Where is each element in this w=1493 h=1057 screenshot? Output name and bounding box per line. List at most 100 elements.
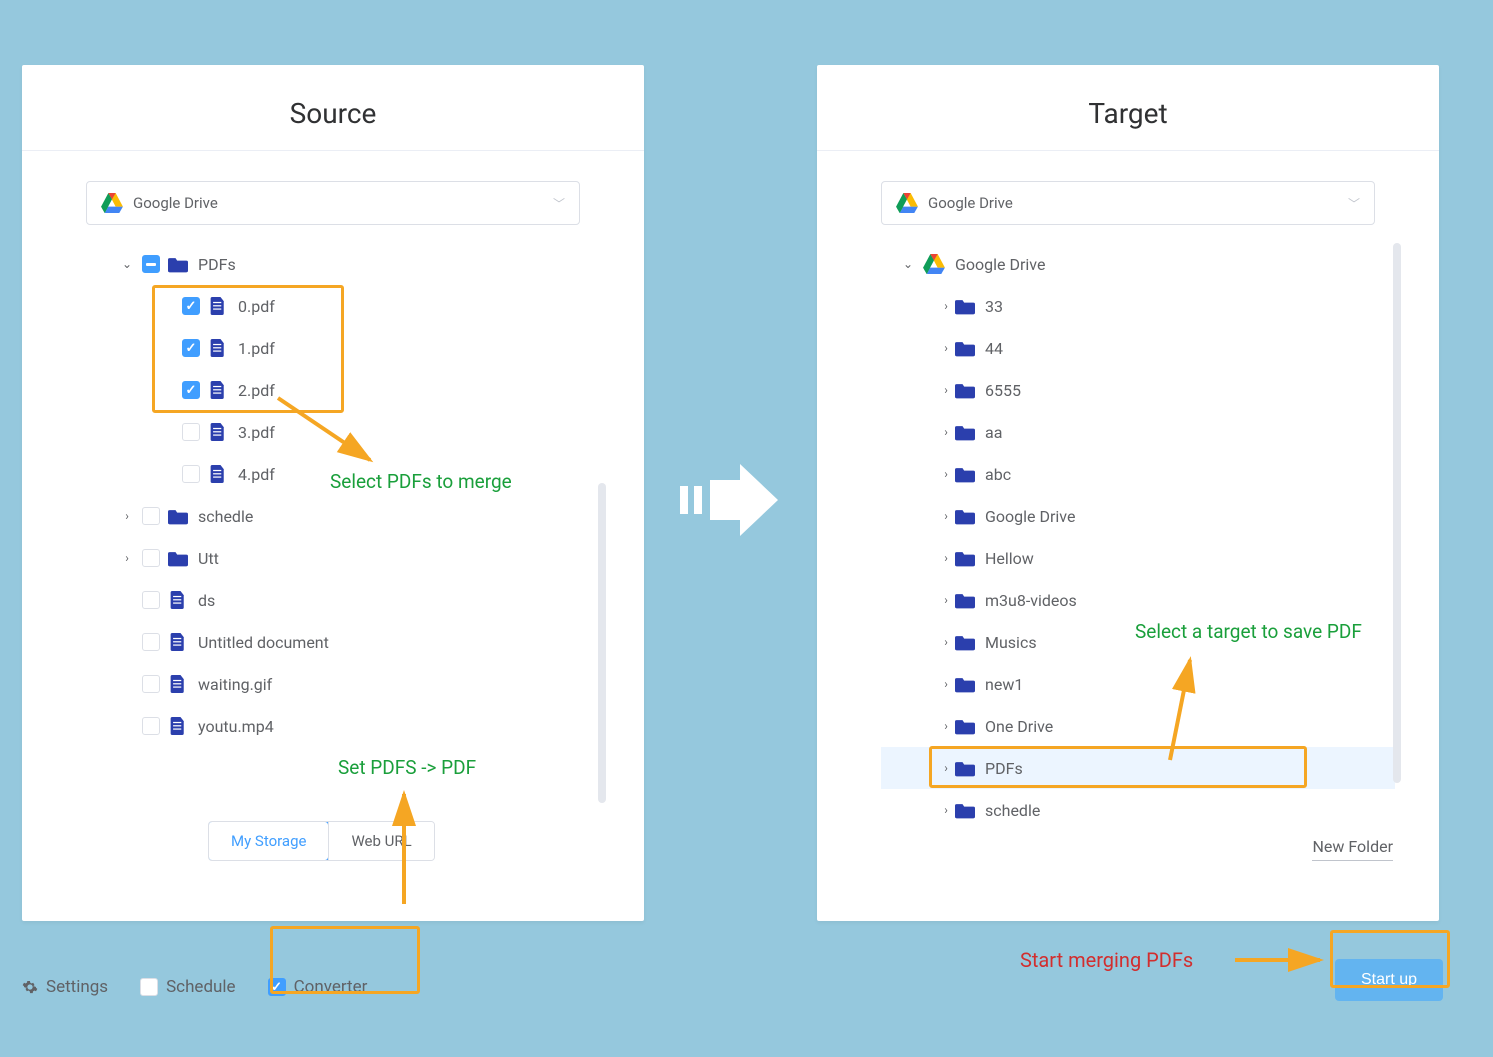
target-tree: ⌄ Google Drive ›33›44›6555›aa›abc›Google… xyxy=(881,243,1395,863)
checkbox-indeterminate[interactable] xyxy=(142,255,160,273)
source-drive-dropdown[interactable]: Google Drive ﹀ xyxy=(86,181,580,225)
source-tree: ⌄ PDFs › 0.pdf › 1.pdf › 2.pdf › xyxy=(86,243,600,823)
tree-file-1pdf[interactable]: › 1.pdf xyxy=(86,327,600,369)
tree-folder[interactable]: › schedle xyxy=(881,789,1395,831)
tree-label: 2.pdf xyxy=(238,381,275,400)
tree-folder[interactable]: ›m3u8-videos xyxy=(881,579,1395,621)
tree-file-0pdf[interactable]: › 0.pdf xyxy=(86,285,600,327)
schedule-toggle[interactable]: Schedule xyxy=(140,977,235,997)
tree-file-untitled[interactable]: › Untitled document xyxy=(86,621,600,663)
tree-folder-utt[interactable]: › Utt xyxy=(86,537,600,579)
tree-folder[interactable]: ›abc xyxy=(881,453,1395,495)
caret-right-icon[interactable]: › xyxy=(937,719,955,733)
target-panel: Target Google Drive ﹀ ⌄ Google Drive ›33… xyxy=(817,65,1439,921)
tree-folder-schedle[interactable]: › schedle xyxy=(86,495,600,537)
caret-down-icon[interactable]: ⌄ xyxy=(899,257,917,271)
new-folder-button[interactable]: New Folder xyxy=(1312,837,1393,861)
folder-icon xyxy=(955,633,975,651)
tree-folder[interactable]: ›new1 xyxy=(881,663,1395,705)
tree-folder[interactable]: › Google Drive xyxy=(881,495,1395,537)
caret-right-icon[interactable]: › xyxy=(937,593,955,607)
checkbox[interactable] xyxy=(182,339,200,357)
folder-icon xyxy=(955,507,975,525)
folder-icon xyxy=(955,423,975,441)
scrollbar[interactable] xyxy=(598,483,606,803)
tree-file-waiting[interactable]: › waiting.gif xyxy=(86,663,600,705)
checkbox[interactable] xyxy=(142,549,160,567)
caret-right-icon[interactable]: › xyxy=(118,551,136,565)
folder-icon xyxy=(168,507,188,525)
settings-button[interactable]: Settings xyxy=(22,977,108,997)
converter-label: Converter xyxy=(294,977,368,997)
tree-folder[interactable]: ›6555 xyxy=(881,369,1395,411)
checkbox[interactable] xyxy=(182,297,200,315)
tree-file-3pdf[interactable]: › 3.pdf xyxy=(86,411,600,453)
source-panel: Source Google Drive ﹀ ⌄ PDFs › 0.pdf › 1… xyxy=(22,65,644,921)
tree-folder[interactable]: › 44 xyxy=(881,327,1395,369)
tree-label: Google Drive xyxy=(985,507,1075,526)
folder-icon xyxy=(955,339,975,357)
target-drive-dropdown[interactable]: Google Drive ﹀ xyxy=(881,181,1375,225)
checkbox[interactable] xyxy=(142,591,160,609)
caret-right-icon[interactable]: › xyxy=(937,803,955,817)
tree-file-2pdf[interactable]: › 2.pdf xyxy=(86,369,600,411)
checkbox[interactable] xyxy=(182,465,200,483)
tree-label: ds xyxy=(198,591,215,610)
checkbox[interactable] xyxy=(142,633,160,651)
google-drive-icon xyxy=(923,254,945,274)
folder-icon xyxy=(955,801,975,819)
caret-right-icon[interactable]: › xyxy=(118,509,136,523)
tree-label: Untitled document xyxy=(198,633,329,652)
caret-right-icon[interactable]: › xyxy=(937,551,955,565)
caret-right-icon[interactable]: › xyxy=(937,341,955,355)
tree-folder[interactable]: ›33 xyxy=(881,285,1395,327)
checkbox[interactable] xyxy=(182,423,200,441)
checkbox[interactable] xyxy=(142,717,160,735)
tree-folder[interactable]: ›PDFs xyxy=(881,747,1395,789)
folder-icon xyxy=(955,549,975,567)
tree-file-4pdf[interactable]: › 4.pdf xyxy=(86,453,600,495)
footer-bar: Settings Schedule Converter xyxy=(22,977,367,997)
tab-my-storage[interactable]: My Storage xyxy=(208,821,329,861)
annotation-start-merge: Start merging PDFs xyxy=(1020,948,1193,972)
caret-right-icon[interactable]: › xyxy=(937,383,955,397)
tree-file-youtu[interactable]: › youtu.mp4 xyxy=(86,705,600,747)
gear-icon xyxy=(22,979,38,995)
caret-right-icon[interactable]: › xyxy=(937,635,955,649)
scrollbar[interactable] xyxy=(1393,243,1401,783)
start-up-button[interactable]: Start up xyxy=(1335,959,1443,1001)
tree-label: 1.pdf xyxy=(238,339,275,358)
tree-folder[interactable]: ›aa xyxy=(881,411,1395,453)
tab-web-url[interactable]: Web URL xyxy=(328,822,433,860)
tree-folder[interactable]: › Musics xyxy=(881,621,1395,663)
caret-right-icon[interactable]: › xyxy=(937,425,955,439)
tree-label: 4.pdf xyxy=(238,465,275,484)
checkbox[interactable] xyxy=(140,978,158,996)
tree-label: One Drive xyxy=(985,717,1053,736)
caret-right-icon[interactable]: › xyxy=(937,677,955,691)
converter-toggle[interactable]: Converter xyxy=(268,977,368,997)
transfer-arrow-icon xyxy=(680,460,780,540)
file-icon xyxy=(208,465,228,483)
tree-folder[interactable]: ›Hellow xyxy=(881,537,1395,579)
checkbox[interactable] xyxy=(142,507,160,525)
file-icon xyxy=(208,381,228,399)
tree-label: schedle xyxy=(985,801,1040,820)
schedule-label: Schedule xyxy=(166,977,235,997)
caret-right-icon[interactable]: › xyxy=(937,467,955,481)
checkbox[interactable] xyxy=(142,675,160,693)
caret-right-icon[interactable]: › xyxy=(937,299,955,313)
tree-label: Musics xyxy=(985,633,1037,652)
tree-root-gdrive[interactable]: ⌄ Google Drive xyxy=(881,243,1395,285)
checkbox[interactable] xyxy=(182,381,200,399)
checkbox[interactable] xyxy=(268,978,286,996)
folder-icon xyxy=(955,465,975,483)
tree-label: 44 xyxy=(985,339,1003,358)
tree-folder[interactable]: › One Drive xyxy=(881,705,1395,747)
caret-right-icon[interactable]: › xyxy=(937,761,955,775)
tree-folder-pdfs[interactable]: ⌄ PDFs xyxy=(86,243,600,285)
folder-icon xyxy=(955,381,975,399)
caret-down-icon[interactable]: ⌄ xyxy=(118,257,136,271)
caret-right-icon[interactable]: › xyxy=(937,509,955,523)
tree-file-ds[interactable]: › ds xyxy=(86,579,600,621)
